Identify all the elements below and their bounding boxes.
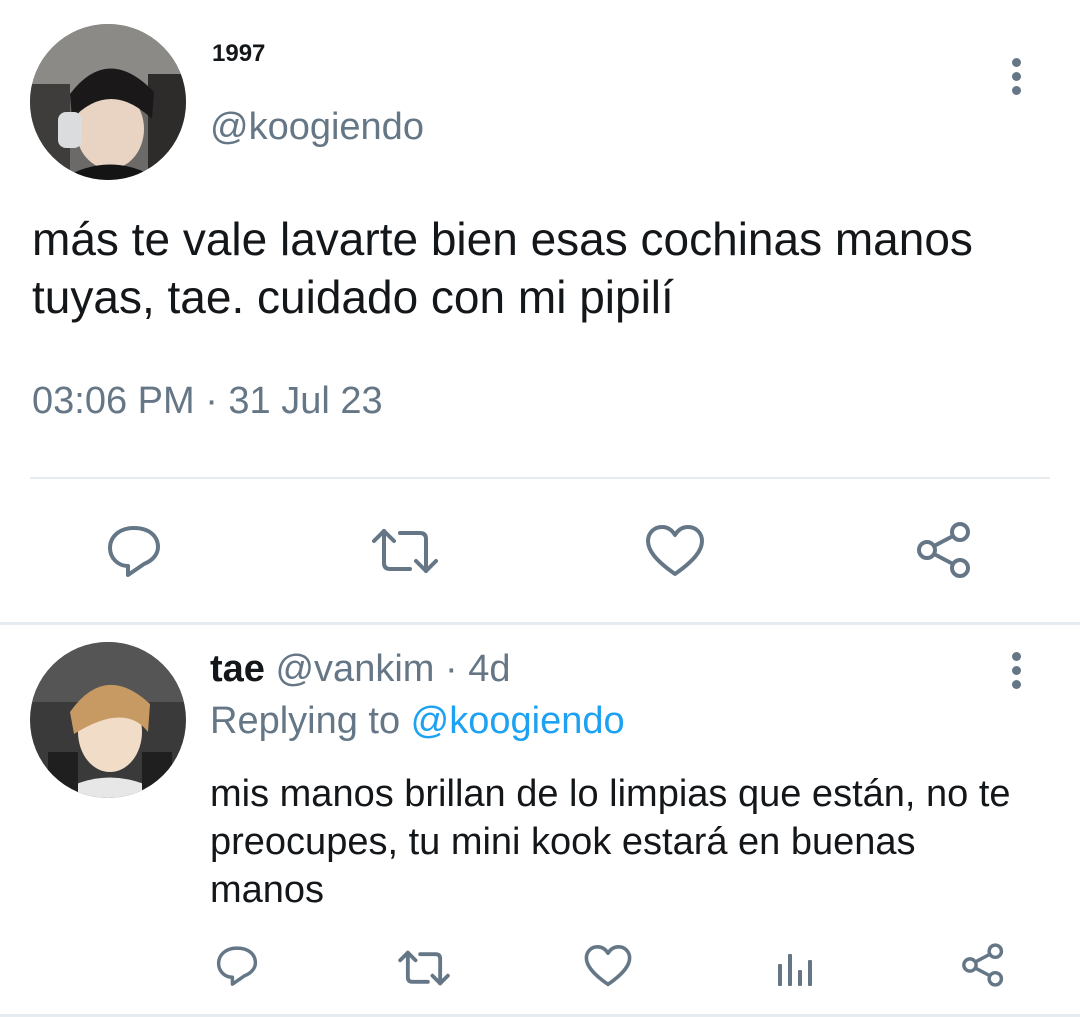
avatar[interactable] <box>30 24 186 180</box>
analytics-icon[interactable] <box>776 946 816 988</box>
main-tweet: 1997 @koogiendo más te vale lavarte bien… <box>0 0 1080 620</box>
reply-age: · 4d <box>445 648 511 690</box>
mention-link[interactable]: @koogiendo <box>411 700 625 742</box>
avatar-image <box>30 642 186 798</box>
divider <box>30 477 1050 479</box>
reply-text: mis manos brillan de lo limpias que está… <box>210 773 1011 911</box>
reply-icon[interactable] <box>214 942 260 988</box>
display-name[interactable]: 1997 <box>212 40 265 68</box>
user-handle[interactable]: @koogiendo <box>210 106 424 149</box>
reply-header: tae @vankim · 4d <box>210 648 510 691</box>
like-icon[interactable] <box>645 524 705 578</box>
retweet-icon[interactable] <box>370 525 440 577</box>
section-divider <box>0 622 1080 625</box>
share-icon[interactable] <box>960 942 1006 988</box>
replying-to: Replying to @koogiendo <box>210 700 625 743</box>
reply-icon[interactable] <box>104 520 164 580</box>
retweet-icon[interactable] <box>397 948 451 988</box>
avatar[interactable] <box>30 642 186 798</box>
replying-to-label: Replying to <box>210 700 411 742</box>
tweet-text: más te vale lavarte bien esas cochinas m… <box>32 213 973 323</box>
more-options-icon[interactable] <box>1001 52 1031 102</box>
more-options-icon[interactable] <box>1001 646 1031 696</box>
tweet-timestamp[interactable]: 03:06 PM · 31 Jul 23 <box>32 380 383 423</box>
user-handle[interactable]: @vankim <box>275 648 434 690</box>
avatar-image <box>30 24 186 180</box>
like-icon[interactable] <box>584 944 632 988</box>
share-icon[interactable] <box>914 520 974 580</box>
display-name[interactable]: tae <box>210 648 265 690</box>
